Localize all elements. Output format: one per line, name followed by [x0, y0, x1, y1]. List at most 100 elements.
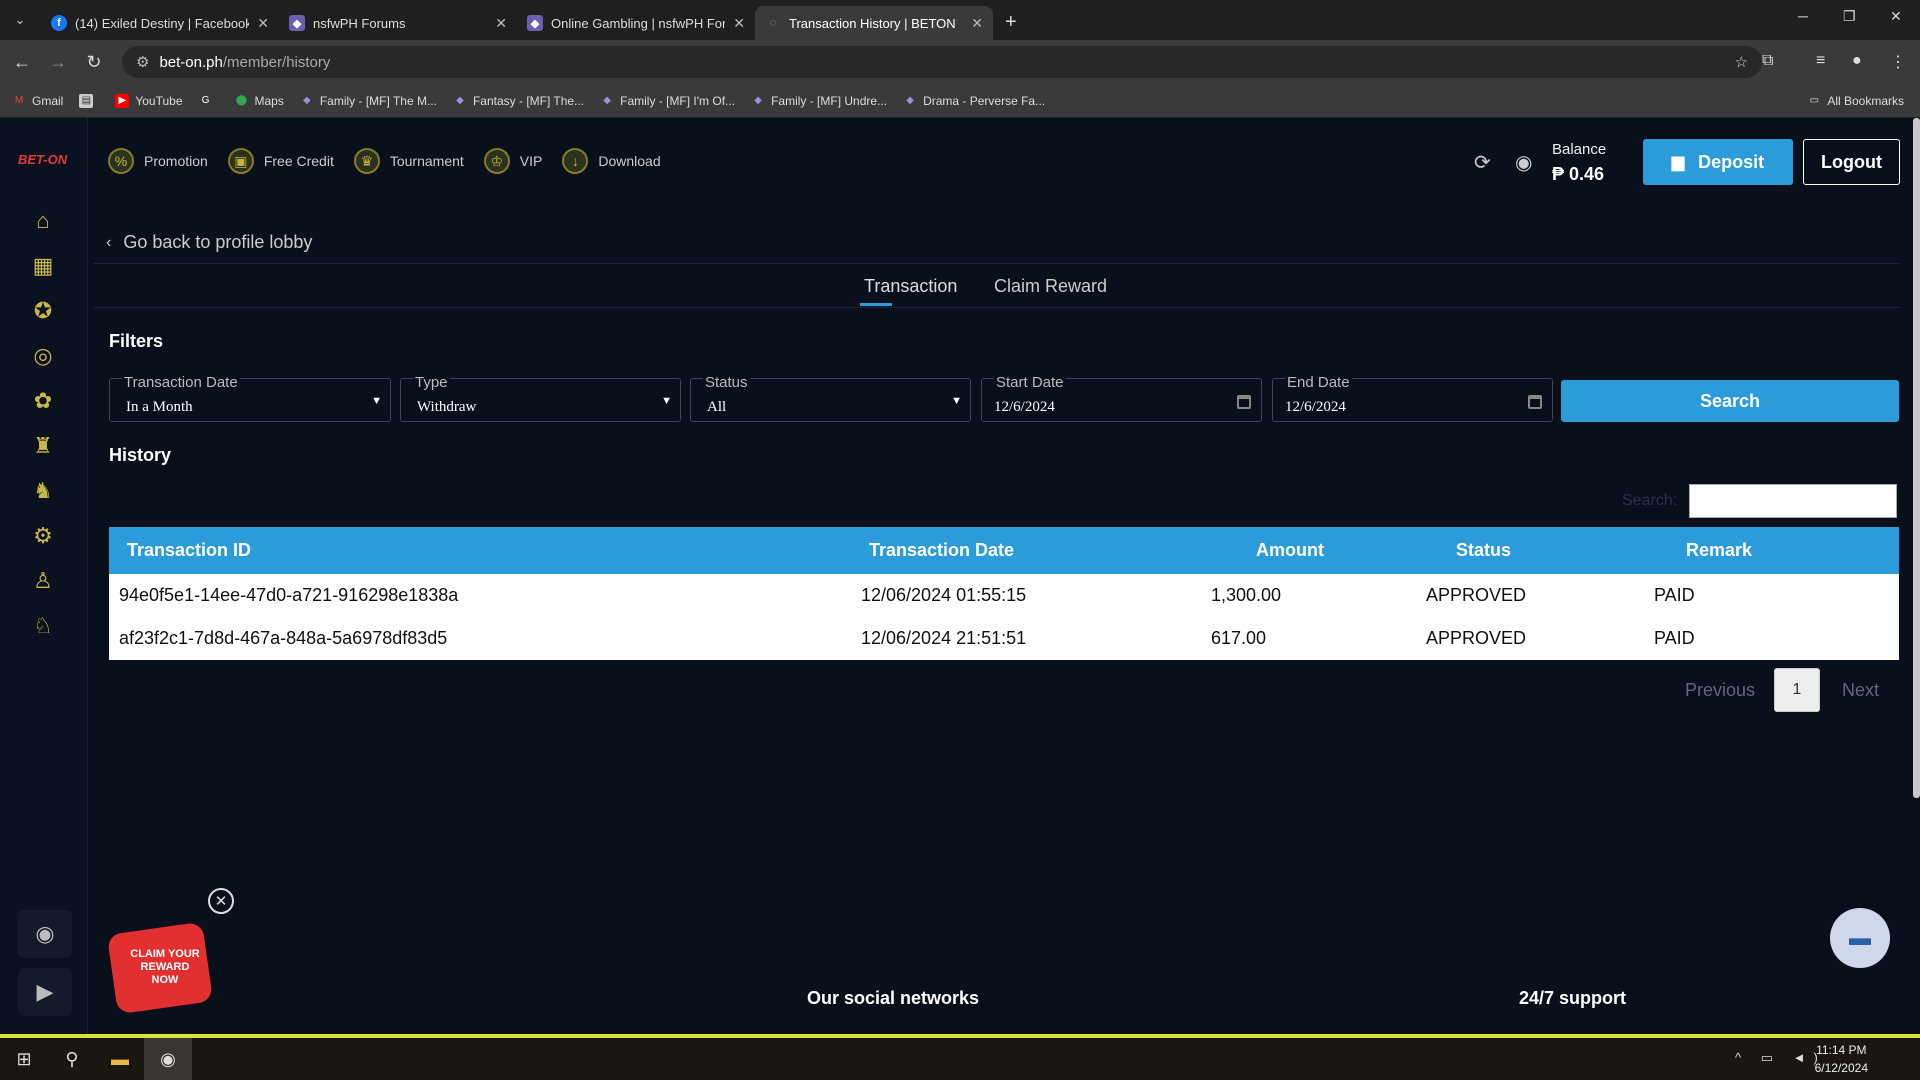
- column-header[interactable]: Transaction ID: [109, 540, 851, 561]
- table-search-input[interactable]: [1689, 484, 1897, 518]
- search-button[interactable]: Search: [1561, 380, 1899, 422]
- column-header[interactable]: Status: [1416, 540, 1644, 561]
- logout-button[interactable]: Logout: [1803, 139, 1900, 185]
- home-icon[interactable]: ⌂: [28, 206, 58, 236]
- transaction-date-select[interactable]: Transaction Date In a Month ▼: [109, 375, 391, 422]
- back-to-profile-link[interactable]: ‹ Go back to profile lobby: [106, 232, 312, 253]
- field-value: 12/6/2024: [994, 399, 1055, 415]
- browser-menu-icon[interactable]: ⋮: [1890, 52, 1906, 72]
- column-header[interactable]: Remark: [1644, 540, 1752, 561]
- profile-avatar-icon[interactable]: ●: [1852, 52, 1862, 70]
- tab-claim-reward[interactable]: Claim Reward: [994, 276, 1107, 297]
- browser-tab-transaction-history[interactable]: ◌ Transaction History | BETON ✕: [755, 6, 993, 40]
- gamepad-icon[interactable]: ♜: [28, 431, 58, 461]
- bookmark-family-2[interactable]: ◆ Family - [MF] I'm Of...: [600, 94, 735, 108]
- refresh-balance-icon[interactable]: ⟳: [1474, 150, 1491, 175]
- end-date-input[interactable]: End Date 12/6/2024: [1272, 375, 1553, 422]
- pagination-next[interactable]: Next: [1842, 680, 1879, 701]
- forward-arrow-icon[interactable]: →: [44, 52, 72, 73]
- bookmark-gmail[interactable]: M Gmail: [12, 93, 64, 108]
- nav-label: Download: [598, 153, 661, 169]
- system-tray-icons[interactable]: ^ ▭ ◄): [1735, 1050, 1826, 1066]
- running-icon[interactable]: ♙: [28, 566, 58, 596]
- claim-reward-promo[interactable]: CLAIM YOUR REWARD NOW: [106, 918, 218, 1015]
- column-header[interactable]: Amount: [1201, 540, 1416, 561]
- nav-vip[interactable]: ♔ VIP: [483, 148, 542, 174]
- nav-tournament[interactable]: ♛ Tournament: [353, 148, 464, 174]
- page-scrollbar[interactable]: [1913, 118, 1920, 798]
- column-header[interactable]: Transaction Date: [851, 540, 1201, 561]
- start-date-input[interactable]: Start Date 12/6/2024: [981, 375, 1262, 422]
- calendar-icon[interactable]: [1528, 395, 1542, 409]
- all-bookmarks[interactable]: ▭ All Bookmarks: [1807, 94, 1904, 108]
- roulette-icon[interactable]: ◎: [28, 341, 58, 371]
- site-info-icon[interactable]: ⚙: [136, 53, 149, 71]
- cell-transaction-id: 94e0f5e1-14ee-47d0-a721-916298e1838a: [119, 585, 459, 605]
- calendar-icon[interactable]: [1237, 395, 1251, 409]
- windows-start-icon[interactable]: ⊞: [0, 1038, 48, 1080]
- nav-free-credit[interactable]: ▣ Free Credit: [227, 148, 334, 174]
- bookmark-youtube[interactable]: ▶ YouTube: [115, 93, 183, 108]
- user-profile-icon[interactable]: ◉: [18, 910, 72, 958]
- file-explorer-icon[interactable]: ▬: [96, 1038, 144, 1080]
- nav-promotion[interactable]: % Promotion: [108, 148, 208, 174]
- tab-transaction[interactable]: Transaction: [864, 276, 957, 297]
- nsfwph-icon: ◆: [289, 15, 305, 31]
- browser-tab-facebook[interactable]: f (14) Exiled Destiny | Facebook ✕: [41, 6, 279, 40]
- taskbar-clock[interactable]: 11:14 PM 6/12/2024: [1815, 1041, 1868, 1077]
- browser-tab-online-gambling[interactable]: ◆ Online Gambling | nsfwPH Foru ✕: [517, 6, 755, 40]
- cell-amount: 1,300.00: [1211, 585, 1282, 605]
- status-select[interactable]: Status All ▼: [690, 374, 971, 422]
- show-balance-eye-icon[interactable]: ◉: [1515, 150, 1532, 175]
- nav-download[interactable]: ↓ Download: [562, 148, 661, 174]
- collapse-sidebar-icon[interactable]: ▶: [18, 968, 72, 1016]
- close-tab-icon[interactable]: ✕: [733, 15, 745, 32]
- close-tab-icon[interactable]: ✕: [495, 15, 507, 32]
- wallet-icon: ▣: [227, 148, 254, 174]
- chat-bubble-icon[interactable]: ▬: [1830, 908, 1890, 968]
- pagination-page[interactable]: 1: [1774, 668, 1820, 712]
- new-tab-icon[interactable]: +: [1005, 11, 1017, 34]
- back-arrow-icon[interactable]: ←: [8, 52, 36, 73]
- bookmark-family-1[interactable]: ◆ Family - [MF] The M...: [300, 94, 437, 108]
- chrome-icon[interactable]: ◉: [144, 1038, 192, 1080]
- media-control-icon[interactable]: ≡: [1816, 52, 1825, 70]
- horse-racing-icon[interactable]: ♘: [28, 611, 58, 641]
- reload-icon[interactable]: ↻: [80, 52, 108, 73]
- site-logo[interactable]: BET-ON: [18, 152, 74, 180]
- browser-tab-nsfwph[interactable]: ◆ nsfwPH Forums ✕: [279, 6, 517, 40]
- clock-date: 6/12/2024: [1814, 1061, 1868, 1075]
- sports-ball-icon[interactable]: ⚙: [28, 521, 58, 551]
- chevron-left-icon: ‹: [106, 233, 112, 251]
- bookmark-maps[interactable]: ⬤ Maps: [235, 94, 284, 108]
- window-close-icon[interactable]: ✕: [1890, 8, 1902, 25]
- bookmark-drama[interactable]: ◆ Drama - Perverse Fa...: [903, 94, 1045, 108]
- field-label: Status: [703, 374, 750, 391]
- cockfight-icon[interactable]: ♞: [28, 476, 58, 506]
- close-tab-icon[interactable]: ✕: [257, 15, 269, 32]
- extensions-icon[interactable]: ⧉: [1762, 52, 1773, 70]
- bookmark-fantasy[interactable]: ◆ Fantasy - [MF] The...: [453, 94, 584, 108]
- restore-icon[interactable]: ❐: [1843, 8, 1856, 25]
- type-select[interactable]: Type Withdraw ▼: [400, 375, 681, 422]
- search-icon[interactable]: ⚲: [48, 1038, 96, 1080]
- deposit-button[interactable]: ▆ Deposit: [1643, 139, 1793, 185]
- close-promo-icon[interactable]: ✕: [208, 888, 234, 914]
- bookmark-family-3[interactable]: ◆ Family - [MF] Undre...: [751, 94, 887, 108]
- bookmark-doc[interactable]: ▤: [79, 93, 99, 108]
- footer-social-heading: Our social networks: [807, 988, 980, 1008]
- pagination-previous[interactable]: Previous: [1685, 680, 1755, 701]
- bookmark-label: Gmail: [32, 93, 64, 108]
- field-value: In a Month: [126, 399, 193, 415]
- close-tab-icon[interactable]: ✕: [971, 15, 983, 32]
- address-bar[interactable]: ⚙ bet-on.ph/member/history ☆: [122, 46, 1762, 78]
- tab-search-chevron-icon[interactable]: ⌄: [5, 5, 35, 35]
- live-casino-icon[interactable]: ✿: [28, 386, 58, 416]
- table-row: af23f2c1-7d8d-467a-848a-5a6978df83d5 12/…: [109, 617, 1899, 660]
- minimize-icon[interactable]: ─: [1798, 8, 1808, 24]
- google-icon: G: [201, 95, 210, 106]
- field-value: 12/6/2024: [1285, 399, 1346, 415]
- bookmark-star-icon[interactable]: ☆: [1735, 53, 1748, 71]
- bookmark-google[interactable]: G: [199, 94, 219, 108]
- promo-text: CLAIM YOUR REWARD NOW: [130, 948, 200, 986]
